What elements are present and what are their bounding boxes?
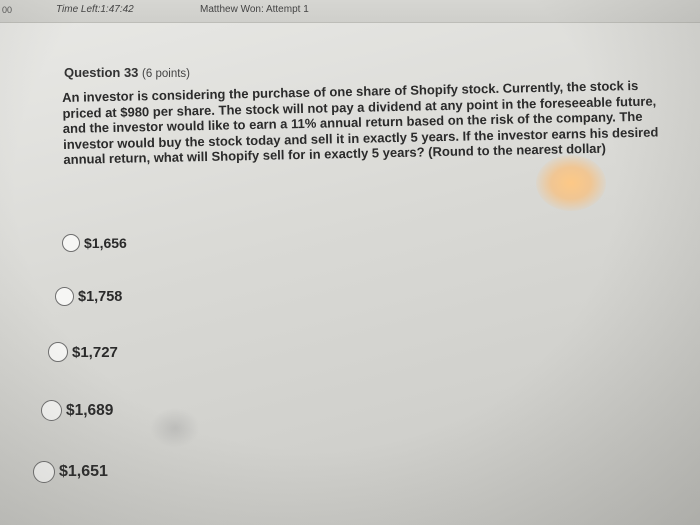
answer-option-5[interactable]: $1,651 xyxy=(33,461,108,483)
answer-option-label: $1,656 xyxy=(84,235,127,251)
question-area: Question 33 (6 points) An investor is co… xyxy=(0,22,700,525)
question-points: (6 points) xyxy=(142,68,190,80)
radio-button-3[interactable] xyxy=(48,342,68,362)
answer-option-label: $1,689 xyxy=(66,401,114,419)
attempt-info: Matthew Won: Attempt 1 xyxy=(200,4,309,15)
question-text: An investor is considering the purchase … xyxy=(62,77,659,167)
question-number: Question 33 xyxy=(64,65,139,80)
radio-button-5[interactable] xyxy=(33,461,55,483)
radio-button-2[interactable] xyxy=(55,287,74,306)
top-left-mark: 00 xyxy=(2,5,13,15)
top-bar: 00 Time Left:1:47:42 Matthew Won: Attemp… xyxy=(0,0,700,23)
answer-option-3[interactable]: $1,727 xyxy=(48,342,118,362)
radio-button-1[interactable] xyxy=(62,234,80,252)
question-header: Question 33 (6 points) xyxy=(64,65,190,80)
answer-option-1[interactable]: $1,656 xyxy=(62,234,127,252)
radio-button-4[interactable] xyxy=(41,400,62,421)
answer-option-label: $1,758 xyxy=(78,288,123,305)
answer-option-label: $1,651 xyxy=(59,463,108,480)
answer-option-4[interactable]: $1,689 xyxy=(41,400,113,421)
time-left-timer: Time Left:1:47:42 xyxy=(56,4,134,15)
answer-option-2[interactable]: $1,758 xyxy=(55,287,122,306)
answer-option-label: $1,727 xyxy=(72,343,118,361)
